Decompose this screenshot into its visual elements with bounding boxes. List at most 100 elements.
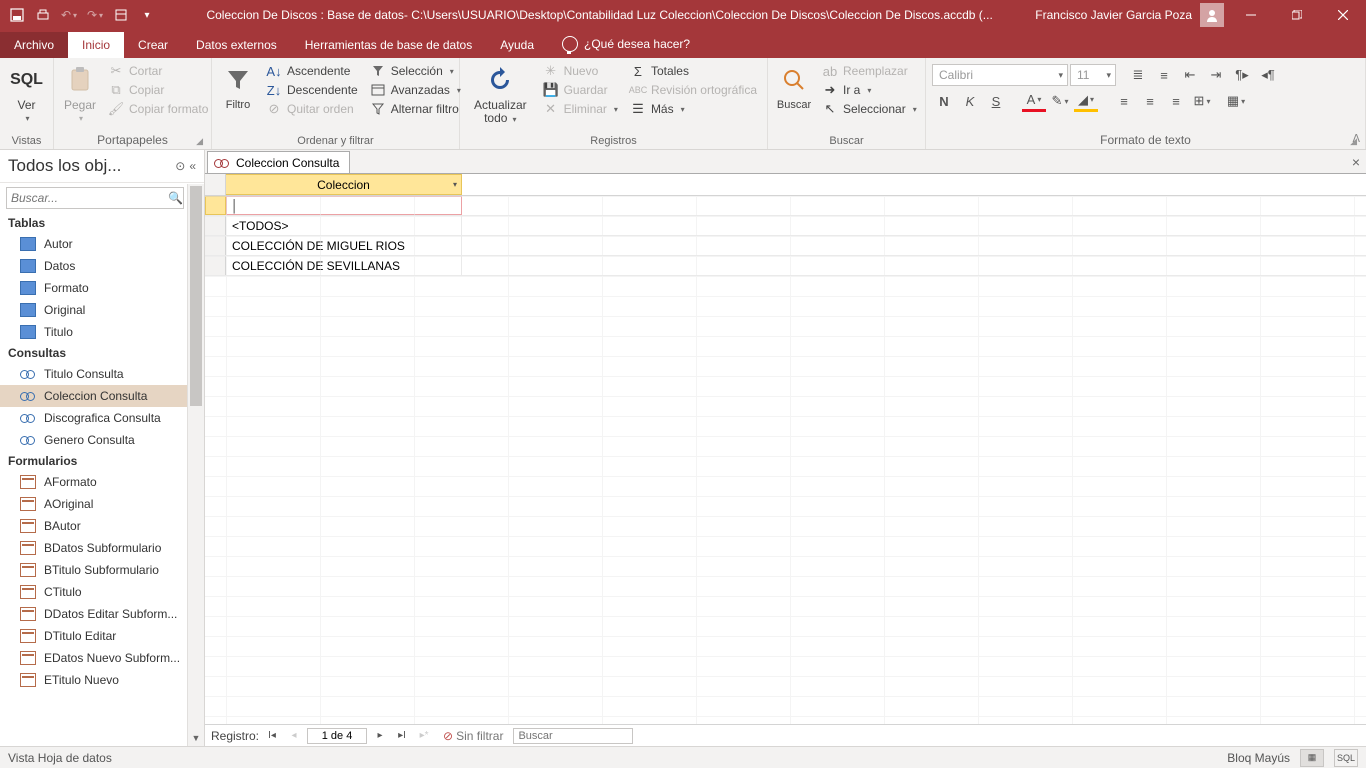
last-record-button[interactable]: ▸I — [393, 728, 411, 744]
indent-inc-button[interactable]: ⇥ — [1204, 64, 1228, 86]
italic-button[interactable]: K — [958, 90, 982, 112]
user-avatar[interactable] — [1200, 3, 1224, 27]
row-selector[interactable] — [205, 216, 226, 235]
filter-indicator[interactable]: ⊘Sin filtrar — [443, 729, 503, 743]
goto-button[interactable]: ➜Ir a▾ — [818, 81, 921, 99]
prev-record-button[interactable]: ◂ — [285, 728, 303, 744]
nav-search-toggle-icon[interactable]: ⊙ — [175, 159, 185, 173]
tab-home[interactable]: Inicio — [68, 32, 124, 58]
qat-customize-icon[interactable]: ▾ — [136, 4, 158, 26]
align-center-button[interactable]: ≡ — [1138, 90, 1162, 112]
nav-item[interactable]: ETitulo Nuevo — [0, 669, 204, 691]
totals-button[interactable]: ΣTotales — [626, 62, 761, 80]
bold-button[interactable]: N — [932, 90, 956, 112]
restore-button[interactable] — [1274, 0, 1320, 30]
font-family-combo[interactable]: Calibri — [932, 64, 1068, 86]
bullets-button[interactable]: ≣ — [1126, 64, 1150, 86]
find-button[interactable]: Buscar — [774, 62, 814, 113]
collapse-ribbon-button[interactable]: ᐱ — [1352, 132, 1360, 145]
format-painter-button[interactable]: 🖌Copiar formato — [104, 100, 212, 118]
scroll-thumb[interactable] — [190, 186, 202, 406]
scroll-down-icon[interactable]: ▼ — [188, 729, 204, 746]
filter-button[interactable]: Filtro — [218, 62, 258, 113]
nav-item[interactable]: Formato — [0, 277, 204, 299]
nav-item[interactable]: BAutor — [0, 515, 204, 537]
cell[interactable]: <TODOS> — [226, 216, 462, 235]
qat-redo-icon[interactable]: ↷ ▾ — [84, 4, 106, 26]
highlight-button[interactable]: ✎▾ — [1048, 90, 1072, 112]
table-row[interactable]: COLECCIÓN DE SEVILLANAS — [205, 256, 1366, 276]
sql-view-button[interactable]: SQL — [1334, 749, 1358, 767]
record-search-input[interactable] — [513, 728, 633, 744]
new-record-nav-button[interactable]: ▸* — [415, 728, 433, 744]
column-dropdown-icon[interactable]: ▾ — [453, 180, 457, 189]
gridlines-button[interactable]: ⊞▾ — [1190, 90, 1214, 112]
view-button[interactable]: SQL Ver▾ — [6, 62, 47, 126]
datasheet-view-button[interactable]: ▦ — [1300, 749, 1324, 767]
table-row[interactable]: │ — [205, 196, 1366, 216]
advanced-filter-button[interactable]: Avanzadas▾ — [366, 81, 465, 99]
nav-item[interactable]: Discografica Consulta — [0, 407, 204, 429]
table-row[interactable]: COLECCIÓN DE MIGUEL RIOS — [205, 236, 1366, 256]
sort-asc-button[interactable]: A↓Ascendente — [262, 62, 362, 80]
qat-save-icon[interactable] — [6, 4, 28, 26]
rtl-button[interactable]: ◂¶ — [1256, 64, 1280, 86]
fill-color-button[interactable]: ◢▾ — [1074, 90, 1098, 112]
nav-search-input[interactable] — [11, 191, 168, 205]
nav-item[interactable]: DTitulo Editar — [0, 625, 204, 647]
font-color-button[interactable]: A▾ — [1022, 90, 1046, 112]
nav-item[interactable]: AOriginal — [0, 493, 204, 515]
nav-title[interactable]: Todos los obj... — [8, 156, 171, 176]
selection-filter-button[interactable]: Selección▾ — [366, 62, 465, 80]
remove-sort-button[interactable]: ⊘Quitar orden — [262, 100, 362, 118]
nav-item[interactable]: Coleccion Consulta — [0, 385, 204, 407]
select-all-cell[interactable] — [205, 174, 226, 195]
tab-database-tools[interactable]: Herramientas de base de datos — [291, 32, 486, 58]
numbering-button[interactable]: ≡ — [1152, 64, 1176, 86]
row-selector[interactable] — [205, 236, 226, 255]
cell[interactable]: COLECCIÓN DE MIGUEL RIOS — [226, 236, 462, 255]
ltr-button[interactable]: ¶▸ — [1230, 64, 1254, 86]
close-button[interactable] — [1320, 0, 1366, 30]
paste-button[interactable]: Pegar▾ — [60, 62, 100, 126]
nav-item[interactable]: Titulo — [0, 321, 204, 343]
nav-item[interactable]: Titulo Consulta — [0, 363, 204, 385]
sort-desc-button[interactable]: Z↓Descendente — [262, 81, 362, 99]
tab-external-data[interactable]: Datos externos — [182, 32, 291, 58]
nav-category[interactable]: Tablasᐱ — [0, 213, 204, 233]
minimize-button[interactable] — [1228, 0, 1274, 30]
qat-mode-icon[interactable] — [110, 4, 132, 26]
select-button[interactable]: ↖Seleccionar▾ — [818, 100, 921, 118]
align-right-button[interactable]: ≡ — [1164, 90, 1188, 112]
nav-item[interactable]: CTitulo — [0, 581, 204, 603]
nav-item[interactable]: Original — [0, 299, 204, 321]
refresh-all-button[interactable]: Actualizar todo ▾ — [466, 62, 535, 127]
row-selector[interactable] — [205, 256, 226, 275]
cut-button[interactable]: ✂Cortar — [104, 62, 212, 80]
column-header[interactable]: Coleccion▾ — [226, 174, 462, 195]
close-document-button[interactable]: × — [1352, 154, 1360, 170]
tab-file[interactable]: Archivo — [0, 32, 68, 58]
tab-create[interactable]: Crear — [124, 32, 182, 58]
nav-item[interactable]: Autor — [0, 233, 204, 255]
qat-print-icon[interactable] — [32, 4, 54, 26]
record-position-input[interactable] — [307, 728, 367, 744]
more-button[interactable]: ☰Más▾ — [626, 100, 761, 118]
nav-collapse-icon[interactable]: « — [189, 159, 196, 173]
nav-item[interactable]: BTitulo Subformulario — [0, 559, 204, 581]
nav-item[interactable]: Datos — [0, 255, 204, 277]
spelling-button[interactable]: ABCRevisión ortográfica — [626, 81, 761, 99]
nav-item[interactable]: AFormato — [0, 471, 204, 493]
cell[interactable]: │ — [226, 196, 462, 215]
tell-me-input[interactable]: ¿Qué desea hacer? — [584, 37, 690, 51]
delete-record-button[interactable]: ✕Eliminar▾ — [539, 100, 622, 118]
toggle-filter-button[interactable]: Alternar filtro — [366, 100, 465, 118]
copy-button[interactable]: ⧉Copiar — [104, 81, 212, 99]
alt-row-color-button[interactable]: ▦▾ — [1224, 90, 1248, 112]
cell[interactable]: COLECCIÓN DE SEVILLANAS — [226, 256, 462, 275]
indent-dec-button[interactable]: ⇤ — [1178, 64, 1202, 86]
next-record-button[interactable]: ▸ — [371, 728, 389, 744]
align-left-button[interactable]: ≡ — [1112, 90, 1136, 112]
table-row[interactable]: <TODOS> — [205, 216, 1366, 236]
nav-item[interactable]: EDatos Nuevo Subform... — [0, 647, 204, 669]
